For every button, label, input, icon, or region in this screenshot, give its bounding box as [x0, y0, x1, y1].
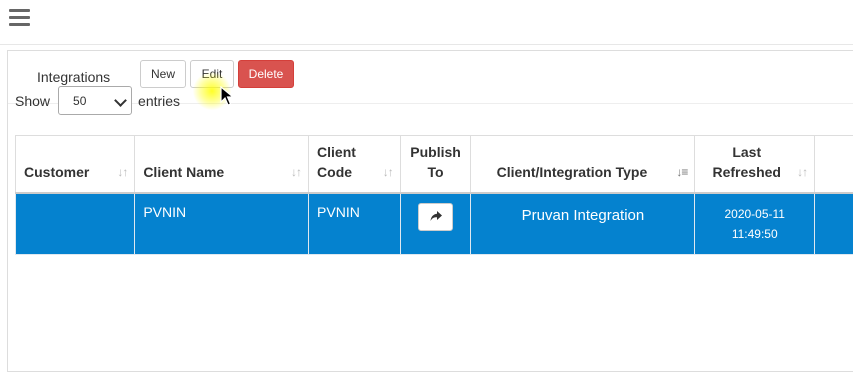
sort-icon: ↓↑	[797, 162, 807, 182]
delete-button[interactable]: Delete	[238, 60, 294, 88]
sort-descending-icon: ↓≡	[676, 162, 687, 182]
column-header-label: Client	[317, 144, 356, 160]
last-refreshed-date: 2020-05-11	[724, 207, 785, 221]
column-header-more	[815, 136, 853, 193]
show-label: Show	[15, 93, 50, 109]
column-header-customer[interactable]: Customer ↓↑	[16, 136, 135, 193]
table-header-row: Customer ↓↑ Client Name ↓↑ Client Code ↓…	[16, 136, 853, 193]
column-header-publish-to[interactable]: Publish To	[400, 136, 471, 193]
cell-client-name: PVNIN	[135, 193, 309, 255]
column-header-label: Client Name	[143, 164, 224, 180]
cell-customer	[16, 193, 135, 255]
column-header-label: Customer	[24, 164, 89, 180]
share-arrow-icon	[430, 211, 442, 222]
mouse-cursor-icon	[220, 86, 234, 106]
new-button[interactable]: New	[140, 60, 186, 88]
column-header-client-code[interactable]: Client Code ↓↑	[309, 136, 401, 193]
sort-icon: ↓↑	[383, 162, 393, 182]
cell-more	[815, 193, 853, 255]
hamburger-icon[interactable]	[9, 9, 30, 27]
entries-select[interactable]: 50	[58, 86, 132, 115]
cell-publish-to	[400, 193, 471, 255]
column-header-last-refreshed[interactable]: Last Refreshed ↓↑	[695, 136, 815, 193]
column-header-client-name[interactable]: Client Name ↓↑	[135, 136, 309, 193]
top-bar	[0, 0, 853, 45]
cell-last-refreshed: 2020-05-11 11:49:50	[695, 193, 815, 255]
table-row[interactable]: PVNIN PVNIN Pruvan Integration 2020-05-1…	[16, 193, 853, 255]
entries-length-control: Show 50 entries	[15, 86, 180, 115]
column-header-integration-type[interactable]: Client/Integration Type ↓≡	[471, 136, 695, 193]
column-header-label: Code	[317, 164, 352, 180]
publish-button[interactable]	[418, 203, 453, 231]
sort-icon: ↓↑	[291, 162, 301, 182]
sort-icon: ↓↑	[117, 162, 127, 182]
column-header-label: Publish	[410, 144, 461, 160]
entries-select-value: 50	[73, 94, 86, 108]
column-header-label: Last	[732, 144, 761, 160]
chevron-down-icon	[114, 94, 127, 107]
column-header-label: Refreshed	[712, 164, 780, 180]
last-refreshed-time: 11:49:50	[732, 227, 778, 241]
entries-label: entries	[138, 93, 180, 109]
integrations-table: Customer ↓↑ Client Name ↓↑ Client Code ↓…	[15, 135, 853, 255]
column-header-label: Client/Integration Type	[497, 164, 648, 180]
panel-title: Integrations	[37, 69, 110, 85]
cell-client-code: PVNIN	[309, 193, 401, 255]
cell-integration-type: Pruvan Integration	[471, 193, 695, 255]
column-header-label: To	[428, 164, 444, 180]
